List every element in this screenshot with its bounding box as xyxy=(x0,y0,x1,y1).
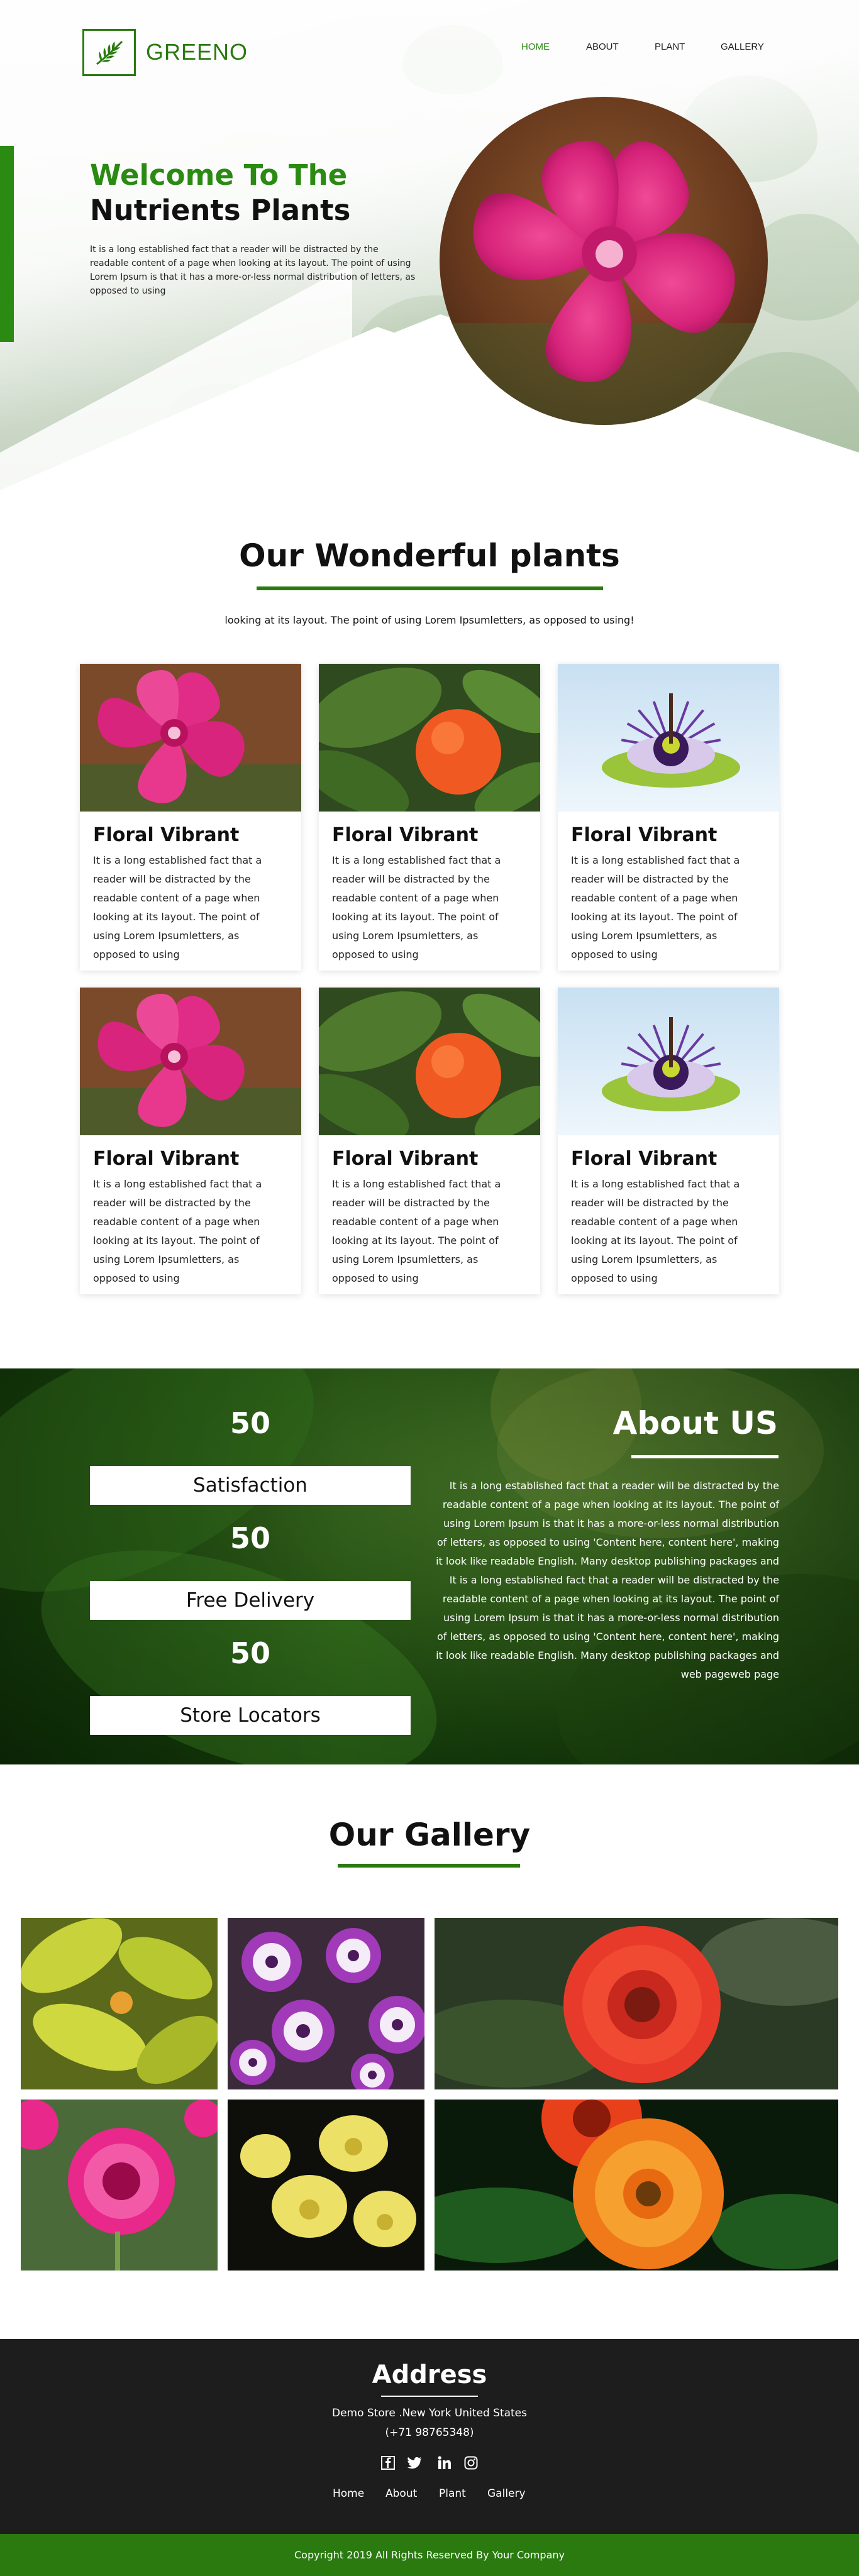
passion-flower-image xyxy=(558,988,779,1135)
linkedin-icon[interactable] xyxy=(435,2453,454,2472)
footer-title: Address xyxy=(372,2360,487,2389)
nav-about[interactable]: ABOUT xyxy=(586,41,619,52)
stat-label-box: Free Delivery xyxy=(90,1581,411,1620)
gallery-image-pink-dianthus[interactable] xyxy=(21,2100,218,2271)
card-text: It is a long established fact that a rea… xyxy=(571,1178,740,1284)
footer-link-about[interactable]: About xyxy=(385,2487,417,2500)
gallery-image-yellow-orchids[interactable] xyxy=(228,2100,424,2271)
logo[interactable] xyxy=(82,29,136,76)
card-text: It is a long established fact that a rea… xyxy=(571,854,740,960)
gallery-image-yellow-leaves[interactable] xyxy=(21,1918,218,2089)
card-text: It is a long established fact that a rea… xyxy=(93,1178,262,1284)
plants-subtitle: looking at its layout. The point of usin… xyxy=(224,614,635,626)
about-title-underline xyxy=(631,1455,779,1458)
card-title: Floral Vibrant xyxy=(571,824,718,846)
plants-title-underline xyxy=(257,586,603,590)
card-text: It is a long established fact that a rea… xyxy=(332,1178,501,1284)
pink-flower-image xyxy=(80,664,301,812)
twitter-icon[interactable] xyxy=(405,2453,424,2472)
footer-title-underline xyxy=(381,2396,478,2397)
gallery-image-red-gerbera[interactable] xyxy=(435,1918,838,2089)
nav-gallery[interactable]: GALLERY xyxy=(721,41,764,52)
stat-number: 50 xyxy=(230,1636,270,1670)
fern-leaf-icon xyxy=(96,40,123,65)
card-text: It is a long established fact that a rea… xyxy=(332,854,501,960)
card-title: Floral Vibrant xyxy=(332,824,479,846)
instagram-icon[interactable] xyxy=(462,2453,480,2472)
footer-link-plant[interactable]: Plant xyxy=(439,2487,466,2500)
card-title: Floral Vibrant xyxy=(93,824,240,846)
orange-fruit-image xyxy=(319,664,540,812)
gallery-section-title: Our Gallery xyxy=(328,1817,531,1853)
stat-number: 50 xyxy=(230,1406,270,1440)
hero-title-line1: Welcome To The xyxy=(90,158,348,192)
plant-card[interactable]: Floral Vibrant It is a long established … xyxy=(80,988,301,1294)
plants-section-title: Our Wonderful plants xyxy=(239,537,620,574)
hero-description: It is a long established fact that a rea… xyxy=(90,245,416,296)
footer-address: Demo Store .New York United States xyxy=(331,2407,528,2419)
about-description: It is a long established fact that a rea… xyxy=(436,1480,779,1680)
card-text: It is a long established fact that a rea… xyxy=(93,854,262,960)
plant-card[interactable]: Floral Vibrant It is a long established … xyxy=(558,664,779,971)
stat-label-box: Store Locators xyxy=(90,1696,411,1735)
plant-card[interactable]: Floral Vibrant It is a long established … xyxy=(558,988,779,1294)
stat-number: 50 xyxy=(230,1521,270,1555)
footer-link-gallery[interactable]: Gallery xyxy=(487,2487,526,2500)
hero-title-line2: Nutrients Plants xyxy=(90,194,351,227)
page: GREENO HOME ABOUT PLANT GALLERY Welcome … xyxy=(0,0,859,2576)
card-title: Floral Vibrant xyxy=(571,1148,718,1170)
gallery-title-underline xyxy=(338,1864,520,1868)
footer-phone: (+71 98765348) xyxy=(385,2426,474,2439)
orange-fruit-image xyxy=(319,988,540,1135)
nav-home[interactable]: HOME xyxy=(521,41,550,52)
stat-label-box: Satisfaction xyxy=(90,1466,411,1505)
gallery-image-purple-daisies[interactable] xyxy=(228,1918,424,2089)
plant-card[interactable]: Floral Vibrant It is a long established … xyxy=(80,664,301,971)
card-title: Floral Vibrant xyxy=(93,1148,240,1170)
passion-flower-image xyxy=(558,664,779,812)
plant-card[interactable]: Floral Vibrant It is a long established … xyxy=(319,988,540,1294)
footer-link-home[interactable]: Home xyxy=(333,2487,364,2500)
card-title: Floral Vibrant xyxy=(332,1148,479,1170)
hero-flower-image xyxy=(440,97,768,425)
hero-accent-bar xyxy=(0,146,14,342)
nav-plant[interactable]: PLANT xyxy=(655,41,685,52)
hero-section: GREENO HOME ABOUT PLANT GALLERY Welcome … xyxy=(0,0,859,490)
copyright-bar: Copyright 2019 All Rights Reserved By Yo… xyxy=(0,2534,859,2576)
pink-flower-image xyxy=(80,988,301,1135)
plant-card[interactable]: Floral Vibrant It is a long established … xyxy=(319,664,540,971)
brand-name[interactable]: GREENO xyxy=(146,39,248,65)
facebook-icon[interactable] xyxy=(379,2453,397,2472)
gallery-image-orange-gerbera[interactable] xyxy=(435,2100,838,2271)
about-title: About US xyxy=(612,1405,778,1441)
